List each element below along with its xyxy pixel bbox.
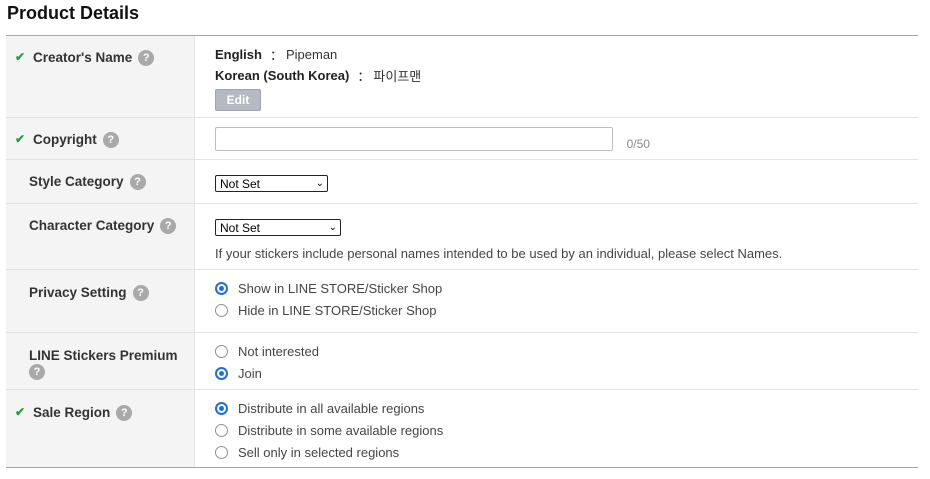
english-name-value: Pipeman <box>285 47 338 62</box>
help-icon[interactable]: ? <box>129 174 146 190</box>
character-category-select[interactable]: Not Set ⌄ <box>215 219 341 236</box>
row-stickers-premium: LINE Stickers Premium ? Not interested J… <box>6 333 918 390</box>
sale-region-label-cell: ✔ Sale Region? <box>6 390 195 467</box>
radio-unselected-icon[interactable] <box>215 303 228 317</box>
required-check-icon: ✔ <box>15 50 26 64</box>
sale-option-selected[interactable]: Sell only in selected regions <box>215 441 918 463</box>
sale-option-some-label: Distribute in some available regions <box>238 422 444 438</box>
style-category-selected: Not Set <box>220 176 261 191</box>
radio-unselected-icon[interactable] <box>215 423 228 437</box>
korean-name-line: Korean (South Korea) ： 파이프맨 <box>215 65 918 86</box>
copyright-label: Copyright <box>33 132 97 147</box>
chevron-down-icon: ⌄ <box>328 222 337 233</box>
premium-label: LINE Stickers Premium <box>29 348 178 363</box>
premium-label-cell: LINE Stickers Premium ? <box>6 333 195 389</box>
korean-key: Korean (South Korea) <box>215 68 350 83</box>
radio-unselected-icon[interactable] <box>215 445 228 459</box>
privacy-option-show[interactable]: Show in LINE STORE/Sticker Shop <box>215 277 918 299</box>
separator: ： <box>269 48 283 63</box>
radio-selected-icon[interactable] <box>215 401 228 415</box>
row-character-category: Character Category? Not Set ⌄ If your st… <box>6 204 918 270</box>
style-category-label: Style Category <box>29 174 124 189</box>
row-privacy-setting: Privacy Setting? Show in LINE STORE/Stic… <box>6 270 918 333</box>
creators-name-label-cell: ✔ Creator's Name? <box>6 36 195 117</box>
premium-option-not-interested-label: Not interested <box>238 343 319 359</box>
help-icon[interactable]: ? <box>138 50 155 66</box>
sale-option-all-label: Distribute in all available regions <box>238 400 425 416</box>
privacy-setting-label-cell: Privacy Setting? <box>6 270 195 332</box>
chevron-down-icon: ⌄ <box>315 178 324 189</box>
privacy-option-hide[interactable]: Hide in LINE STORE/Sticker Shop <box>215 299 918 321</box>
radio-unselected-icon[interactable] <box>215 344 228 358</box>
privacy-option-hide-label: Hide in LINE STORE/Sticker Shop <box>238 302 437 318</box>
character-category-selected: Not Set <box>220 220 261 235</box>
creators-name-label: Creator's Name <box>33 50 133 65</box>
privacy-option-show-label: Show in LINE STORE/Sticker Shop <box>238 280 443 296</box>
sale-region-label: Sale Region <box>33 405 111 420</box>
english-key: English <box>215 47 262 62</box>
privacy-setting-label: Privacy Setting <box>29 285 127 300</box>
help-icon[interactable]: ? <box>29 364 45 380</box>
page-title: Product Details <box>7 3 140 23</box>
separator: ： <box>357 69 371 84</box>
sale-option-selected-label: Sell only in selected regions <box>238 444 400 460</box>
row-sale-region: ✔ Sale Region? Distribute in all availab… <box>6 390 918 467</box>
required-check-icon: ✔ <box>15 132 26 146</box>
radio-selected-icon[interactable] <box>215 281 228 295</box>
premium-value-cell: Not interested Join <box>195 333 918 389</box>
sale-option-some[interactable]: Distribute in some available regions <box>215 419 918 441</box>
sale-option-all[interactable]: Distribute in all available regions <box>215 397 918 419</box>
character-category-label-cell: Character Category? <box>6 204 195 269</box>
privacy-setting-value-cell: Show in LINE STORE/Sticker Shop Hide in … <box>195 270 918 332</box>
help-icon[interactable]: ? <box>132 285 149 301</box>
character-category-value-cell: Not Set ⌄ If your stickers include perso… <box>195 204 918 269</box>
premium-option-join-label: Join <box>238 365 262 381</box>
row-copyright: ✔ Copyright? 0/50 <box>6 118 918 160</box>
copyright-input[interactable] <box>215 127 613 151</box>
row-style-category: Style Category? Not Set ⌄ <box>6 160 918 204</box>
creators-name-value-cell: English ： Pipeman Korean (South Korea) ：… <box>195 36 918 117</box>
product-details-form: ✔ Creator's Name? English ： Pipeman Kore… <box>6 35 918 468</box>
edit-button[interactable]: Edit <box>215 89 261 111</box>
style-category-label-cell: Style Category? <box>6 160 195 203</box>
copyright-label-cell: ✔ Copyright? <box>6 118 195 159</box>
row-creators-name: ✔ Creator's Name? English ： Pipeman Kore… <box>6 36 918 118</box>
style-category-value-cell: Not Set ⌄ <box>195 160 918 203</box>
help-icon[interactable]: ? <box>160 218 177 234</box>
korean-name-value: 파이프맨 <box>373 69 422 84</box>
style-category-select[interactable]: Not Set ⌄ <box>215 175 328 192</box>
help-icon[interactable]: ? <box>116 405 133 421</box>
copyright-char-counter: 0/50 <box>626 137 650 152</box>
premium-option-not-interested[interactable]: Not interested <box>215 340 918 362</box>
copyright-value-cell: 0/50 <box>195 118 918 159</box>
character-category-label: Character Category <box>29 218 155 233</box>
help-icon[interactable]: ? <box>102 132 119 148</box>
premium-option-join[interactable]: Join <box>215 362 918 384</box>
sale-region-value-cell: Distribute in all available regions Dist… <box>195 390 918 467</box>
character-category-note: If your stickers include personal names … <box>215 246 783 261</box>
radio-selected-icon[interactable] <box>215 366 228 380</box>
required-check-icon: ✔ <box>15 405 26 419</box>
english-name-line: English ： Pipeman <box>215 44 918 65</box>
